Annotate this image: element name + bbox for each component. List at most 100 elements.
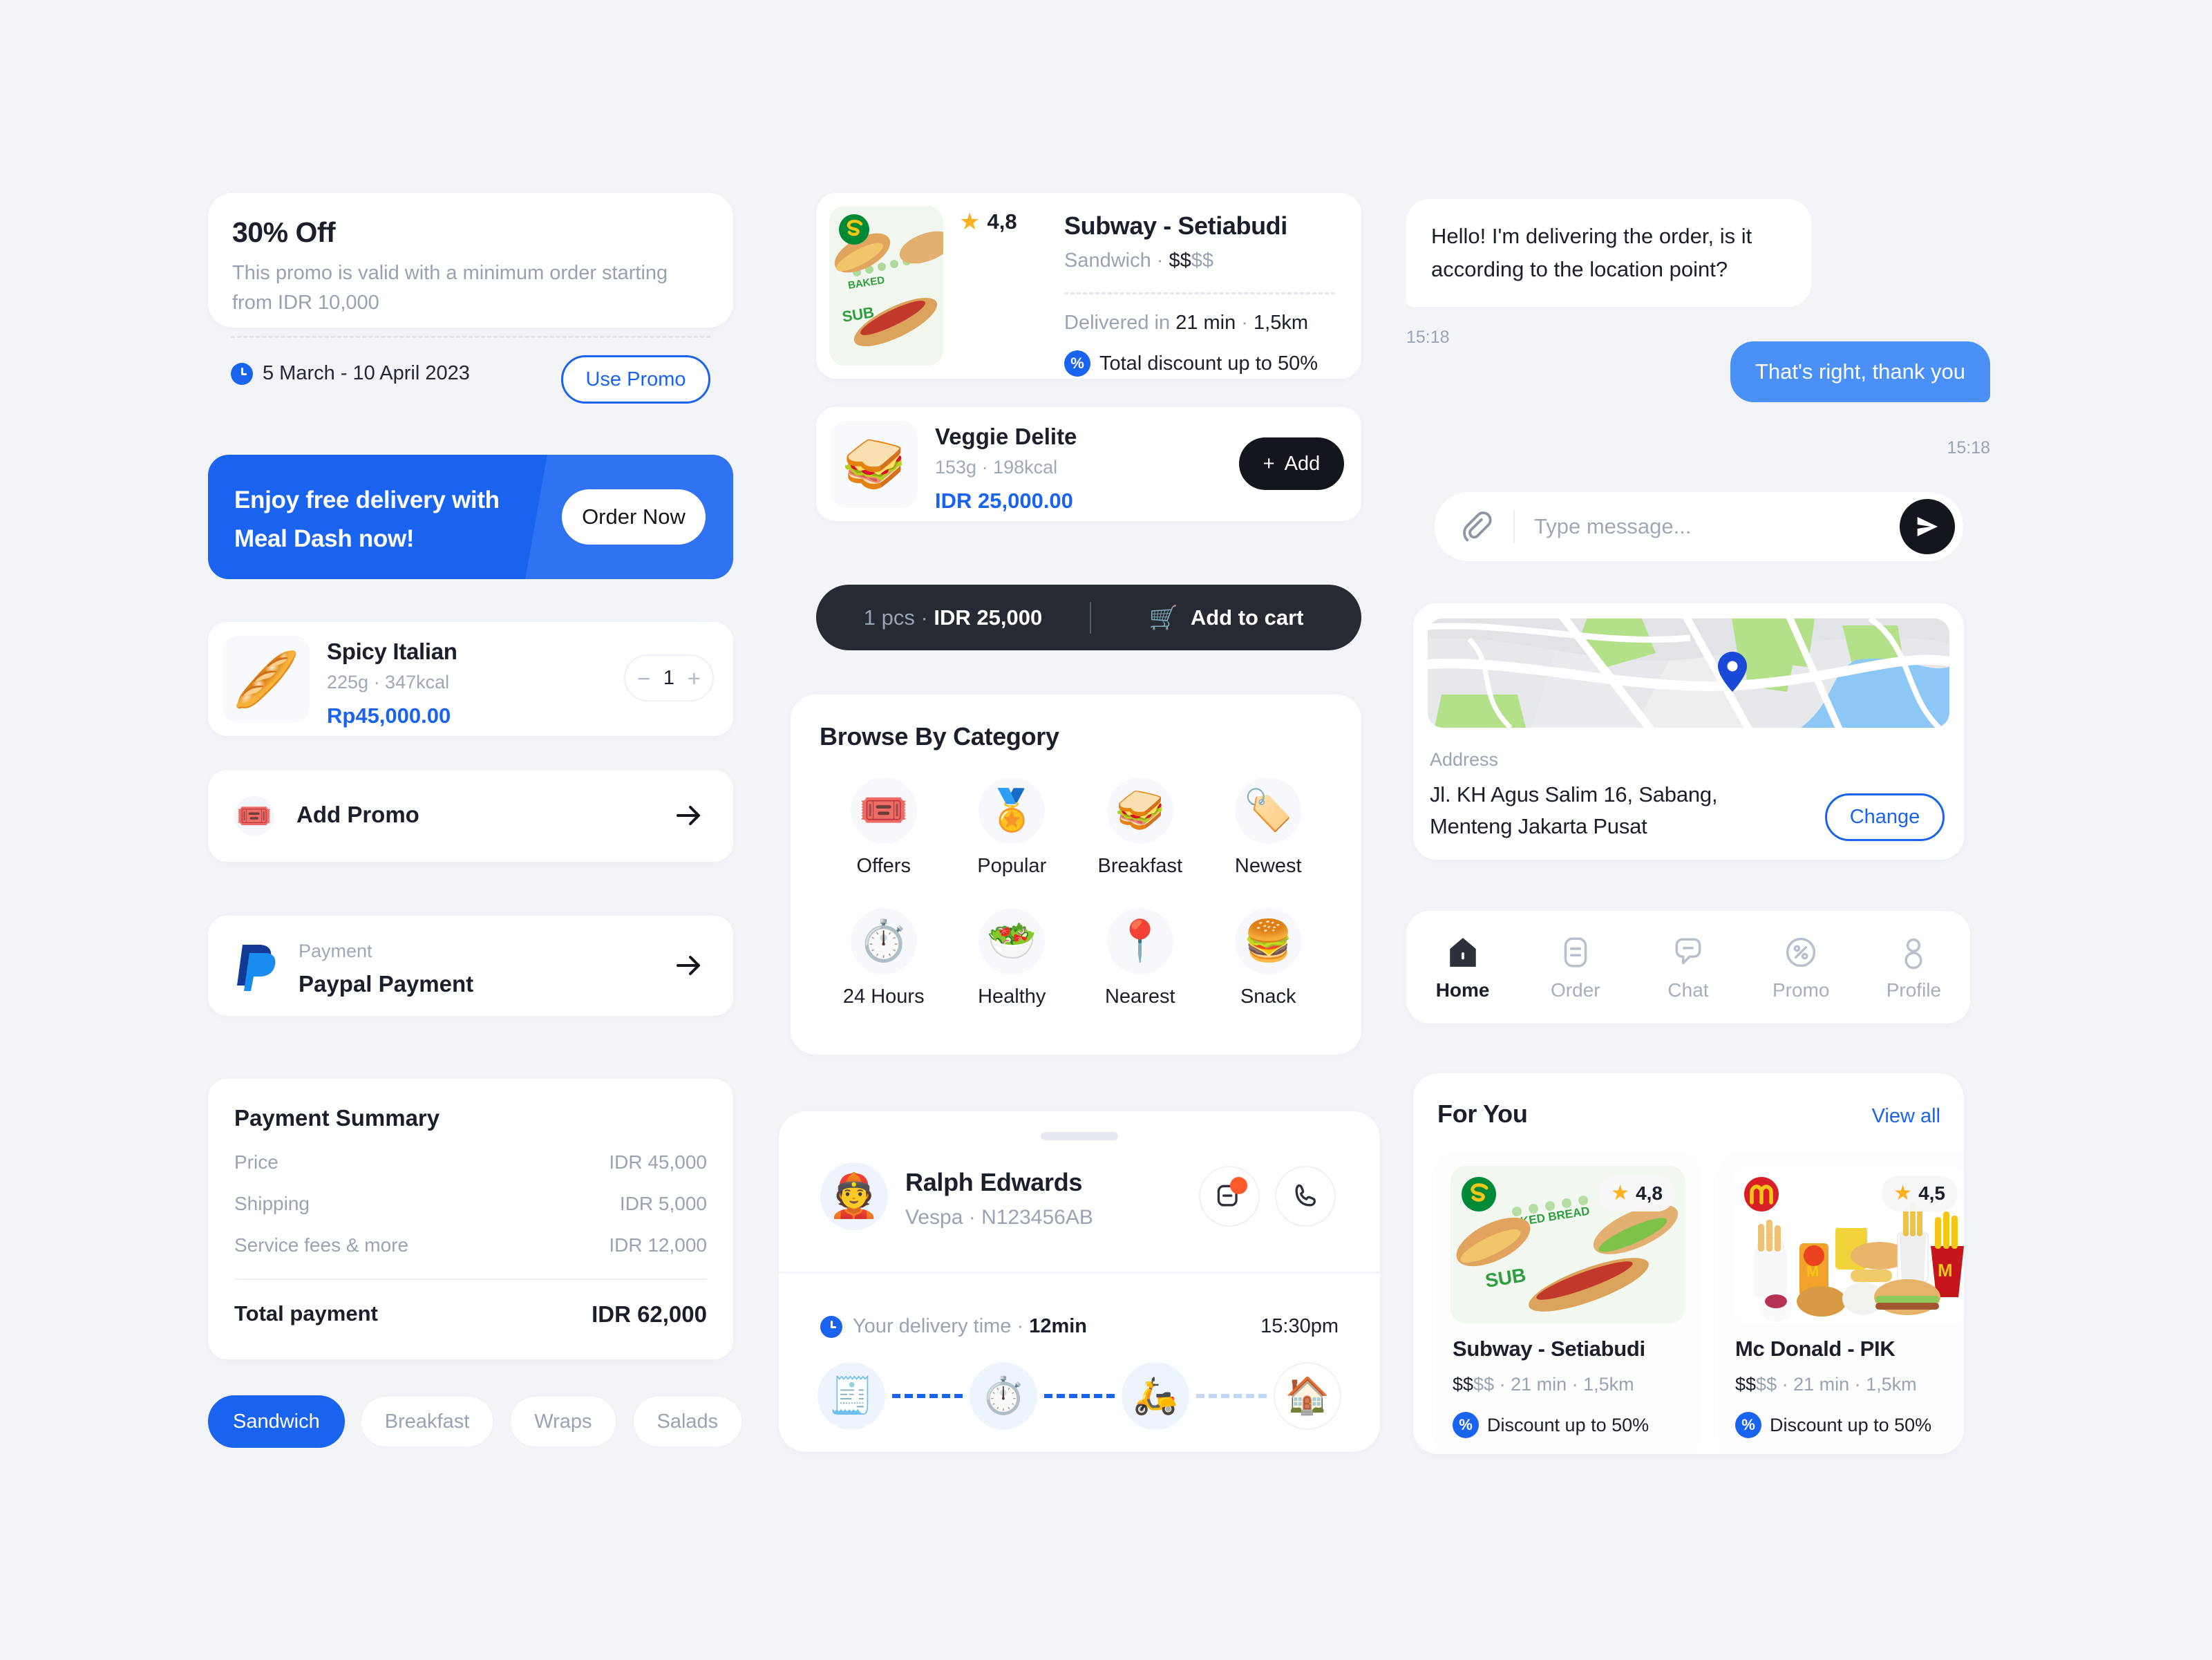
nav-label: Order bbox=[1551, 979, 1600, 1001]
restaurant-card-mcdonald[interactable]: M M ★ 4,5 Mc Donald - PIK $$$$ · 21 min … bbox=[1720, 1153, 1964, 1454]
category-24-hours[interactable]: ⏱️ 24 Hours bbox=[820, 908, 948, 1008]
restaurant-delivery-info: Delivered in 21 min · 1,5km bbox=[1064, 312, 1308, 334]
category-nearest[interactable]: 📍 Nearest bbox=[1076, 908, 1204, 1008]
payment-summary-card: Payment Summary Price IDR 45,000 Shippin… bbox=[208, 1079, 733, 1359]
category-breakfast[interactable]: 🥪 Breakfast bbox=[1076, 777, 1204, 878]
category-label: Offers bbox=[856, 855, 911, 877]
category-popular[interactable]: 🏅 Popular bbox=[948, 777, 1077, 878]
category-grid: 🎟️ Offers 🏅 Popular 🥪 Breakfast 🏷️ Newes… bbox=[820, 777, 1332, 1008]
restaurant-discount: % Total discount up to 50% bbox=[1064, 350, 1318, 377]
nav-item-home[interactable]: Home bbox=[1406, 934, 1519, 1001]
category-label: 24 Hours bbox=[842, 985, 925, 1008]
increment-button[interactable]: + bbox=[688, 667, 701, 690]
add-promo-row[interactable]: 🎟️ Add Promo bbox=[208, 770, 733, 862]
chip-breakfast[interactable]: Breakfast bbox=[359, 1395, 495, 1448]
restaurant-photo: BAKED SUB bbox=[829, 206, 943, 366]
price-level-dim: $$ bbox=[1191, 249, 1214, 272]
step-order-placed-icon: 🧾 bbox=[817, 1362, 885, 1430]
attachment-icon[interactable] bbox=[1458, 508, 1495, 545]
nav-item-promo[interactable]: Promo bbox=[1745, 934, 1857, 1001]
restaurant-card-subway[interactable]: BAKED BREAD SUB UB ★ bbox=[1437, 1153, 1698, 1454]
delivery-progress-tracker: 🧾 ⏱️ 🛵 🏠 bbox=[817, 1362, 1341, 1430]
step-on-the-way-icon: 🛵 bbox=[1122, 1362, 1189, 1430]
map-preview[interactable] bbox=[1428, 619, 1949, 728]
percent-icon: % bbox=[1735, 1412, 1761, 1438]
message-driver-button[interactable] bbox=[1199, 1166, 1260, 1227]
promo-divider bbox=[231, 336, 710, 338]
cart-item-row: 🥖 Spicy Italian 225g · 347kcal Rp45,000.… bbox=[208, 622, 733, 736]
paypal-icon bbox=[231, 941, 280, 992]
price-level-dim: $$ bbox=[1473, 1374, 1495, 1395]
driver-vehicle: Vespa · N123456AB bbox=[905, 1206, 1093, 1229]
order-now-button[interactable]: Order Now bbox=[562, 489, 706, 545]
chip-salads[interactable]: Salads bbox=[632, 1395, 744, 1448]
mcdonalds-logo-icon bbox=[1743, 1176, 1780, 1213]
nav-item-order[interactable]: Order bbox=[1519, 934, 1632, 1001]
total-payment-row: Total payment IDR 62,000 bbox=[234, 1301, 707, 1328]
delivery-distance: 1,5km bbox=[1254, 312, 1308, 334]
ticket-percent-icon: 🎟️ bbox=[234, 796, 274, 836]
view-all-link[interactable]: View all bbox=[1872, 1105, 1940, 1128]
add-to-cart-bar[interactable]: 1 pcs · IDR 25,000 🛒 Add to cart bbox=[816, 585, 1361, 650]
browse-category-card: Browse By Category 🎟️ Offers 🏅 Popular 🥪… bbox=[791, 695, 1361, 1055]
delivery-prefix: Delivered in bbox=[1064, 312, 1176, 334]
star-icon: ★ bbox=[1893, 1182, 1913, 1205]
nav-items: Home Order Chat Promo Profile bbox=[1406, 911, 1970, 1024]
track-connector bbox=[1044, 1394, 1115, 1398]
call-driver-button[interactable] bbox=[1275, 1166, 1336, 1227]
nav-item-chat[interactable]: Chat bbox=[1632, 934, 1744, 1001]
driver-card-divider bbox=[779, 1272, 1380, 1274]
price-level: $$ bbox=[1735, 1374, 1757, 1395]
change-address-button[interactable]: Change bbox=[1825, 793, 1945, 841]
price-level: $$ bbox=[1169, 249, 1191, 272]
add-item-button[interactable]: + Add bbox=[1239, 437, 1344, 490]
menu-tag-icon: 🏷️ bbox=[1235, 777, 1302, 844]
nav-label: Home bbox=[1435, 979, 1490, 1001]
send-message-button[interactable] bbox=[1900, 499, 1955, 554]
payment-method-row[interactable]: Payment Paypal Payment bbox=[208, 916, 733, 1016]
cart-separator: · bbox=[914, 605, 934, 630]
cart-icon: 🛒 bbox=[1148, 604, 1178, 631]
chip-wraps[interactable]: Wraps bbox=[509, 1395, 617, 1448]
address-value: Jl. KH Agus Salim 16, Sabang, Menteng Ja… bbox=[1430, 782, 1718, 838]
chevron-right-icon[interactable] bbox=[672, 949, 706, 982]
percent-icon: % bbox=[1453, 1412, 1479, 1438]
category-newest[interactable]: 🏷️ Newest bbox=[1204, 777, 1333, 878]
use-promo-button[interactable]: Use Promo bbox=[561, 355, 710, 404]
category-chip-group: Sandwich Breakfast Wraps Salads bbox=[208, 1395, 744, 1448]
nav-item-profile[interactable]: Profile bbox=[1857, 934, 1970, 1001]
drag-handle[interactable] bbox=[1041, 1132, 1118, 1140]
nav-label: Profile bbox=[1886, 979, 1942, 1001]
for-you-list: BAKED BREAD SUB UB ★ bbox=[1437, 1153, 1964, 1454]
add-to-cart-label: Add to cart bbox=[1190, 605, 1304, 630]
quantity-value: 1 bbox=[663, 666, 675, 689]
for-you-title: For You bbox=[1437, 1100, 1528, 1128]
chip-sandwich[interactable]: Sandwich bbox=[208, 1395, 345, 1448]
svg-text:M: M bbox=[1938, 1260, 1953, 1281]
price-level-dim: $$ bbox=[1756, 1374, 1777, 1395]
message-input-bar bbox=[1435, 492, 1963, 561]
category-snack[interactable]: 🍔 Snack bbox=[1204, 908, 1333, 1008]
category-offers[interactable]: 🎟️ Offers bbox=[820, 777, 948, 878]
rating-value: 4,5 bbox=[1918, 1182, 1945, 1204]
subway-logo-icon bbox=[838, 213, 871, 246]
free-delivery-banner[interactable]: Enjoy free delivery with Meal Dash now! … bbox=[208, 455, 733, 579]
driver-tracking-card: 👲 Ralph Edwards Vespa · N123456AB Your d… bbox=[779, 1111, 1380, 1452]
summary-row-value: IDR 45,000 bbox=[609, 1151, 707, 1173]
restaurant-discount: % Discount up to 50% bbox=[1735, 1412, 1931, 1438]
payment-label: Payment bbox=[299, 941, 372, 961]
restaurant-discount: % Discount up to 50% bbox=[1453, 1412, 1649, 1438]
chat-bubble-incoming: Hello! I'm delivering the order, is it a… bbox=[1406, 199, 1811, 307]
quantity-stepper[interactable]: − 1 + bbox=[624, 654, 714, 701]
plus-icon: + bbox=[1263, 452, 1275, 475]
meta-time: 21 min bbox=[1511, 1374, 1567, 1395]
add-to-cart-button[interactable]: 🛒 Add to cart bbox=[1091, 604, 1361, 632]
delivery-time-text: Your delivery time · 12min bbox=[853, 1315, 1088, 1337]
category-healthy[interactable]: 🥗 Healthy bbox=[948, 908, 1077, 1008]
delivery-eta: 15:30pm bbox=[1260, 1315, 1339, 1337]
rating-value: 4,8 bbox=[1636, 1182, 1663, 1204]
message-input[interactable] bbox=[1534, 514, 1900, 539]
svg-text:M: M bbox=[1806, 1263, 1819, 1280]
chevron-right-icon[interactable] bbox=[672, 799, 706, 832]
decrement-button[interactable]: − bbox=[637, 667, 650, 690]
